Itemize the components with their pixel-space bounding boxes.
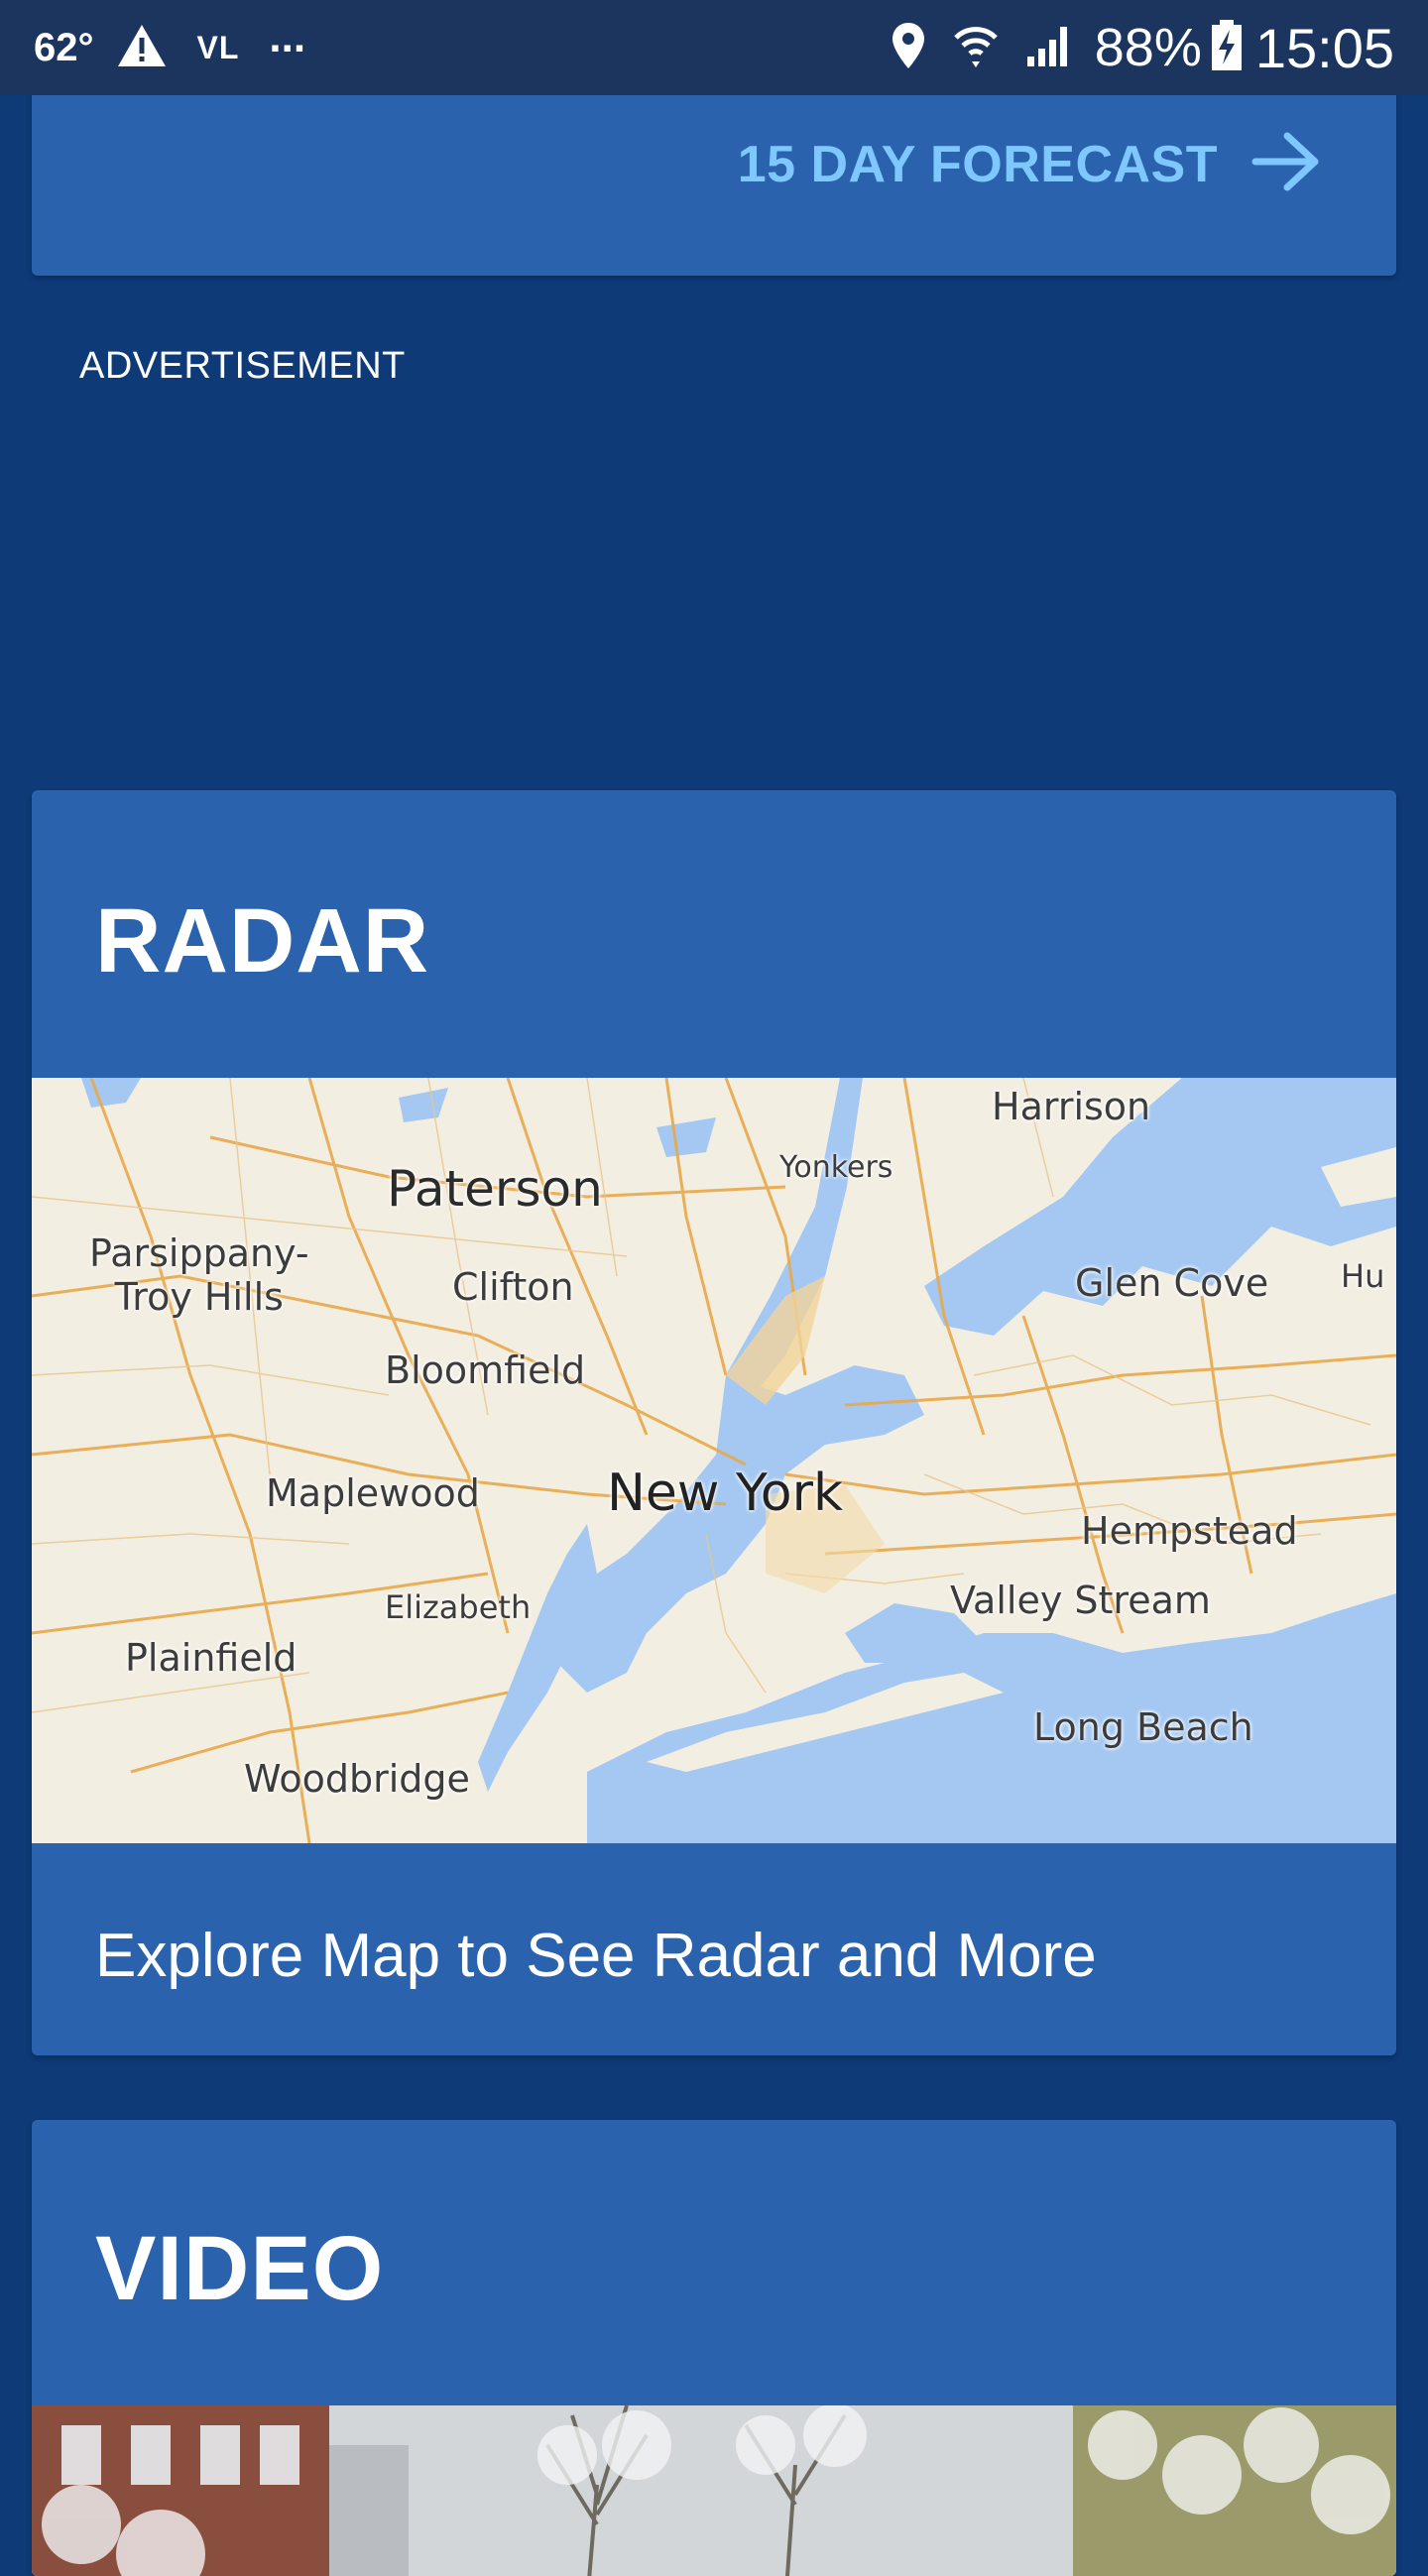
fifteen-day-forecast-link[interactable]: 15 DAY FORECAST <box>738 131 1321 197</box>
signal-icon <box>1025 23 1075 73</box>
more-notifications-icon: ... <box>269 13 306 61</box>
carrier-label: VL <box>196 29 240 65</box>
status-bar: 62° VL ... 88% 15:05 <box>0 0 1428 95</box>
map-label-glen-cove: Glen Cove <box>1075 1261 1269 1305</box>
weather-temperature: 62° <box>34 25 94 69</box>
map-label-paterson: Paterson <box>387 1160 603 1218</box>
map-label-woodbridge: Woodbridge <box>244 1757 470 1801</box>
advertisement-label: ADVERTISEMENT <box>79 345 406 387</box>
fifteen-day-forecast-label: 15 DAY FORECAST <box>737 135 1218 193</box>
battery-charging-icon <box>1210 19 1244 76</box>
map-label-harrison: Harrison <box>992 1085 1151 1128</box>
map-label-maplewood: Maplewood <box>266 1471 480 1515</box>
radar-map[interactable]: Harrison Yonkers Paterson Parsippany- Tr… <box>32 1078 1396 1843</box>
video-thumbnail[interactable] <box>32 2403 1396 2576</box>
map-label-parsippany: Parsippany- Troy Hills <box>89 1231 309 1319</box>
location-icon <box>891 21 926 75</box>
map-label-bloomfield: Bloomfield <box>385 1348 586 1392</box>
radar-title: RADAR <box>95 890 430 992</box>
map-label-hu: Hu <box>1341 1257 1385 1295</box>
map-label-long-beach: Long Beach <box>1033 1705 1253 1749</box>
radar-card: RADAR Harrison Yonkers Paterson Parsippa… <box>32 790 1396 2055</box>
warning-icon <box>116 23 168 73</box>
status-bar-left: 62° VL ... <box>34 16 305 73</box>
status-bar-right: 88% 15:05 <box>865 16 1394 80</box>
snowy-street-image <box>32 2403 1396 2576</box>
map-label-plainfield: Plainfield <box>125 1636 298 1680</box>
video-title: VIDEO <box>95 2218 385 2319</box>
explore-map-link[interactable]: Explore Map to See Radar and More <box>95 1921 1097 1991</box>
map-label-valley-stream: Valley Stream <box>950 1579 1211 1622</box>
map-label-new-york: New York <box>607 1464 844 1523</box>
battery-percentage: 88% <box>1094 18 1202 77</box>
map-label-yonkers: Yonkers <box>779 1150 893 1185</box>
map-label-hempstead: Hempstead <box>1081 1509 1298 1553</box>
map-label-clifton: Clifton <box>452 1265 574 1309</box>
video-card: VIDEO <box>32 2120 1396 2576</box>
clock: 15:05 <box>1254 16 1394 79</box>
map-label-elizabeth: Elizabeth <box>385 1588 532 1626</box>
wifi-icon <box>952 22 1000 74</box>
arrow-right-icon <box>1251 131 1321 197</box>
